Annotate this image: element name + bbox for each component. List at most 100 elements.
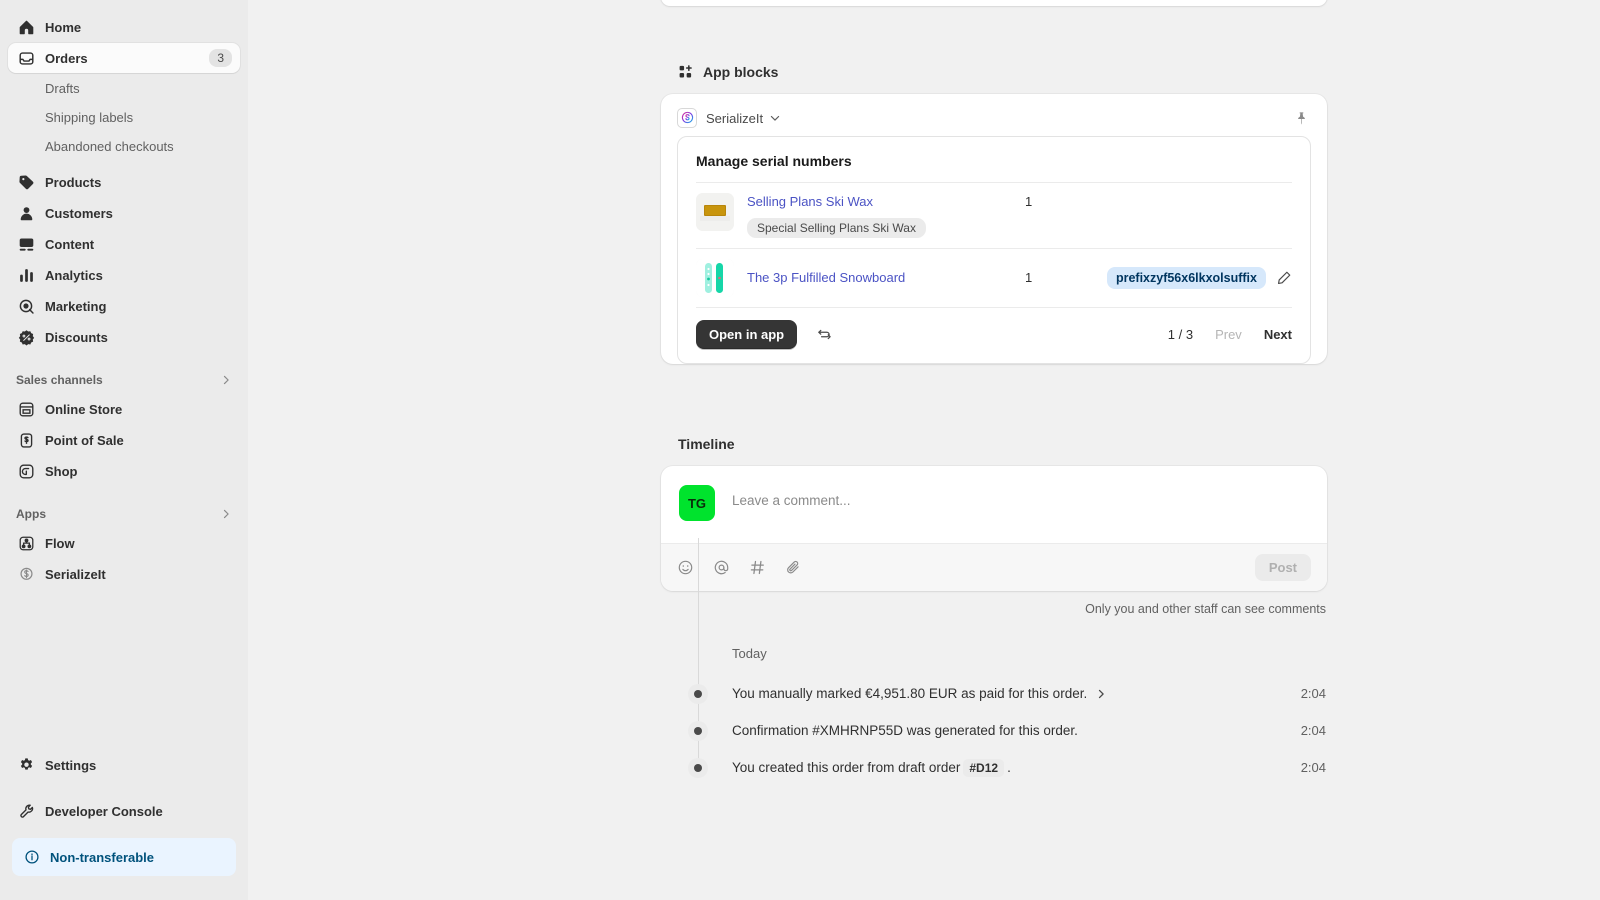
orders-icon bbox=[16, 50, 36, 67]
timeline-event-time: 2:04 bbox=[1300, 686, 1326, 701]
chevron-right-icon[interactable] bbox=[1095, 688, 1107, 700]
serial-number-badge[interactable]: prefixzyf56x6lkxolsuffix bbox=[1106, 267, 1266, 289]
hashtag-icon[interactable] bbox=[749, 559, 766, 576]
timeline-dot bbox=[688, 757, 708, 778]
sidebar-item-label: Point of Sale bbox=[45, 432, 124, 448]
sidebar-item-label: Developer Console bbox=[45, 803, 163, 819]
sidebar-item-analytics[interactable]: Analytics bbox=[8, 260, 240, 290]
tag-icon bbox=[16, 174, 36, 191]
quantity-value: 1 bbox=[1025, 270, 1033, 285]
sidebar-item-serializeit[interactable]: SerializeIt bbox=[8, 559, 240, 589]
sidebar-item-label: Orders bbox=[45, 50, 88, 66]
comment-card: TG Leave a comment... Post bbox=[661, 466, 1327, 591]
info-icon bbox=[24, 849, 40, 865]
timeline-dot bbox=[688, 720, 708, 741]
mention-icon[interactable] bbox=[713, 559, 730, 576]
sidebar-item-label: Flow bbox=[45, 535, 75, 551]
sidebar-group-apps[interactable]: Apps bbox=[8, 500, 240, 528]
post-button[interactable]: Post bbox=[1254, 554, 1311, 581]
next-button[interactable]: Next bbox=[1264, 327, 1292, 342]
sidebar-item-label: Shop bbox=[45, 463, 78, 479]
sidebar-subitem-label: Drafts bbox=[45, 81, 80, 96]
serializeit-icon bbox=[16, 566, 36, 583]
app-block-card: SerializeIt Manage serial numbers Sellin… bbox=[661, 94, 1327, 364]
sidebar-item-label: Marketing bbox=[45, 298, 107, 314]
sidebar-item-label: SerializeIt bbox=[45, 566, 106, 582]
product-link[interactable]: Selling Plans Ski Wax bbox=[747, 193, 873, 211]
wrench-icon bbox=[16, 803, 36, 820]
comment-toolbar: Post bbox=[661, 543, 1327, 591]
refresh-icon[interactable] bbox=[813, 323, 836, 346]
serial-card-footer: Open in app 1 / 3 Prev Next bbox=[696, 307, 1292, 363]
pagination: 1 / 3 Prev Next bbox=[1168, 327, 1292, 342]
timeline-event: You manually marked €4,951.80 EUR as pai… bbox=[661, 675, 1327, 712]
sidebar-item-developer-console[interactable]: Developer Console bbox=[8, 796, 240, 826]
sidebar-subitem-label: Shipping labels bbox=[45, 110, 134, 125]
sidebar-item-label: Customers bbox=[45, 205, 113, 221]
main-content: App blocks SerializeIt Manage serial num… bbox=[248, 0, 1600, 900]
shop-icon bbox=[16, 463, 36, 480]
shopify-admin-window: Home Orders 3 Drafts Shipping labels Aba… bbox=[0, 0, 1600, 900]
sidebar-item-label: Content bbox=[45, 236, 95, 252]
pos-icon bbox=[16, 432, 36, 449]
timeline-event: You created this order from draft order … bbox=[661, 749, 1327, 786]
open-in-app-button[interactable]: Open in app bbox=[696, 320, 798, 349]
sidebar-item-settings[interactable]: Settings bbox=[8, 750, 240, 780]
pin-icon[interactable] bbox=[1292, 109, 1311, 128]
comment-top: TG Leave a comment... bbox=[661, 466, 1327, 543]
analytics-icon bbox=[16, 267, 36, 284]
flow-icon bbox=[16, 535, 36, 552]
draft-order-tag[interactable]: #D12 bbox=[963, 758, 1005, 777]
snowboard-thumbnail bbox=[696, 259, 734, 297]
gear-icon bbox=[16, 757, 36, 774]
comment-input[interactable]: Leave a comment... bbox=[732, 493, 1309, 508]
app-block-name: SerializeIt bbox=[706, 110, 764, 126]
sidebar-primary-nav: Home Orders 3 Drafts Shipping labels Aba… bbox=[8, 12, 240, 590]
person-icon bbox=[16, 205, 36, 222]
timeline-event-text: You created this order from draft order … bbox=[732, 758, 1011, 777]
product-link[interactable]: The 3p Fulfilled Snowboard bbox=[747, 269, 905, 287]
serial-column: prefixzyf56x6lkxolsuffix bbox=[1092, 267, 1292, 289]
ski-wax-thumbnail bbox=[696, 193, 734, 231]
manage-serial-numbers-title: Manage serial numbers bbox=[696, 153, 852, 169]
event-message: You created this order from draft order bbox=[732, 760, 961, 775]
orders-count-badge: 3 bbox=[209, 49, 232, 67]
sidebar-item-discounts[interactable]: Discounts bbox=[8, 322, 240, 352]
sidebar-subitem-drafts[interactable]: Drafts bbox=[8, 74, 240, 103]
page-count: 1 / 3 bbox=[1167, 327, 1194, 342]
chevron-right-icon bbox=[220, 374, 232, 386]
event-message: You manually marked €4,951.80 EUR as pai… bbox=[732, 686, 1088, 701]
sidebar-item-shop[interactable]: Shop bbox=[8, 456, 240, 486]
sidebar-subitem-abandoned-checkouts[interactable]: Abandoned checkouts bbox=[8, 132, 240, 161]
previous-card-partial bbox=[661, 0, 1327, 6]
sidebar-item-label: Discounts bbox=[45, 329, 108, 345]
timeline-event-text: You manually marked €4,951.80 EUR as pai… bbox=[732, 686, 1107, 701]
sidebar-item-customers[interactable]: Customers bbox=[8, 198, 240, 228]
sidebar-item-home[interactable]: Home bbox=[8, 12, 240, 42]
sidebar-item-marketing[interactable]: Marketing bbox=[8, 291, 240, 321]
chevron-down-icon[interactable] bbox=[769, 112, 781, 124]
sidebar-item-label: Analytics bbox=[45, 267, 103, 283]
sidebar-subitem-shipping-labels[interactable]: Shipping labels bbox=[8, 103, 240, 132]
sidebar-item-orders[interactable]: Orders 3 bbox=[8, 43, 240, 73]
table-row: The 3p Fulfilled Snowboard 1 prefixzyf56… bbox=[696, 248, 1292, 307]
sidebar-subitem-label: Abandoned checkouts bbox=[45, 139, 174, 154]
attachment-icon[interactable] bbox=[785, 559, 802, 576]
sidebar-item-online-store[interactable]: Online Store bbox=[8, 394, 240, 424]
non-transferable-notice[interactable]: Non-transferable bbox=[12, 838, 236, 876]
sidebar-item-content[interactable]: Content bbox=[8, 229, 240, 259]
prev-button[interactable]: Prev bbox=[1215, 327, 1242, 342]
pencil-icon[interactable] bbox=[1276, 270, 1292, 286]
sidebar-item-products[interactable]: Products bbox=[8, 167, 240, 197]
sidebar-item-point-of-sale[interactable]: Point of Sale bbox=[8, 425, 240, 455]
emoji-icon[interactable] bbox=[677, 559, 694, 576]
sidebar-group-label: Apps bbox=[16, 507, 46, 521]
timeline-title: Timeline bbox=[678, 436, 735, 452]
timeline-event: Confirmation #XMHRNP55D was generated fo… bbox=[661, 712, 1327, 749]
privacy-note: Only you and other staff can see comment… bbox=[1085, 602, 1326, 616]
sidebar-item-flow[interactable]: Flow bbox=[8, 528, 240, 558]
sidebar-group-sales-channels[interactable]: Sales channels bbox=[8, 366, 240, 394]
product-info: Selling Plans Ski Wax Special Selling Pl… bbox=[747, 193, 1020, 238]
storefront-icon bbox=[16, 401, 36, 418]
